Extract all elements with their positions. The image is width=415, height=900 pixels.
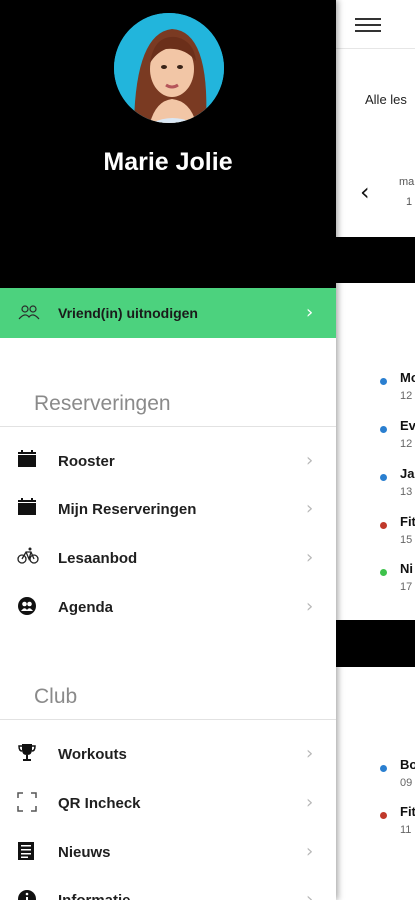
calendar-icon xyxy=(17,498,39,520)
navigation-drawer: Marie Jolie Vriend(in) uitnodigen › Rese… xyxy=(0,0,336,900)
day-number[interactable]: 1 xyxy=(406,196,412,208)
menu-item-mijn-reserveringen[interactable]: Mijn Reserveringen › xyxy=(0,486,336,532)
lesson-time: 13 xyxy=(400,486,413,498)
avatar[interactable] xyxy=(114,13,224,123)
lesson-name: Ja xyxy=(400,466,415,481)
menu-item-nieuws[interactable]: Nieuws › xyxy=(0,829,336,875)
chevron-right-icon: › xyxy=(306,841,314,862)
lesson-time: 15 xyxy=(400,534,413,546)
status-dot xyxy=(380,474,387,481)
menu-item-lesaanbod[interactable]: Lesaanbod › xyxy=(0,535,336,581)
calendar-icon xyxy=(17,450,39,472)
menu-item-label: QR Incheck xyxy=(58,795,141,812)
menu-item-qr-incheck[interactable]: QR Incheck › xyxy=(0,780,336,826)
lesson-time: 12 xyxy=(400,390,413,402)
lessons-filter-label[interactable]: Alle les xyxy=(365,92,407,107)
status-dot xyxy=(380,522,387,529)
menu-item-label: Workouts xyxy=(58,746,127,763)
lesson-time: 11 xyxy=(400,824,412,836)
chevron-left-icon[interactable]: ‹ xyxy=(360,178,370,206)
menu-item-label: Rooster xyxy=(58,453,115,470)
chevron-right-icon: › xyxy=(306,302,314,323)
menu-item-label: Lesaanbod xyxy=(58,550,138,567)
chevron-right-icon: › xyxy=(306,792,314,813)
qr-scan-icon xyxy=(17,792,39,814)
divider xyxy=(0,426,336,427)
invite-friend-button[interactable]: Vriend(in) uitnodigen › xyxy=(0,288,336,338)
menu-item-label: Agenda xyxy=(58,599,114,616)
lesson-name: Ni xyxy=(400,561,413,576)
chevron-right-icon: › xyxy=(306,596,314,617)
lesson-time: 12 xyxy=(400,438,413,450)
lesson-name: Fit xyxy=(400,514,415,529)
menu-item-agenda[interactable]: Agenda › xyxy=(0,584,336,630)
users-icon xyxy=(17,596,39,618)
status-dot xyxy=(380,378,387,385)
trophy-icon xyxy=(17,743,39,765)
invite-friend-label: Vriend(in) uitnodigen xyxy=(58,305,198,321)
status-dot xyxy=(380,426,387,433)
lesson-time: 17 xyxy=(400,581,413,593)
status-dot xyxy=(380,569,387,576)
news-icon xyxy=(17,841,39,863)
section-title-reserveringen: Reserveringen xyxy=(34,392,171,415)
info-icon xyxy=(17,889,39,900)
lesson-name: Fit xyxy=(400,804,415,819)
menu-item-workouts[interactable]: Workouts › xyxy=(0,731,336,777)
day-label[interactable]: ma xyxy=(399,176,414,188)
chevron-right-icon: › xyxy=(306,547,314,568)
menu-item-rooster[interactable]: Rooster › xyxy=(0,438,336,484)
menu-item-label: Nieuws xyxy=(58,844,111,861)
chevron-right-icon: › xyxy=(306,743,314,764)
lesson-time: 09 xyxy=(400,777,413,789)
chevron-right-icon: › xyxy=(306,450,314,471)
profile-header: Marie Jolie xyxy=(0,0,336,288)
lesson-name: Bo xyxy=(400,757,415,772)
chevron-right-icon: › xyxy=(306,889,314,900)
lesson-name: Ev xyxy=(400,418,415,433)
schedule-header-panel xyxy=(336,49,415,237)
status-dot xyxy=(380,812,387,819)
people-icon xyxy=(18,304,40,327)
lesson-name: Mo xyxy=(400,370,415,385)
chevron-right-icon: › xyxy=(306,498,314,519)
bicycle-icon xyxy=(17,547,39,569)
menu-item-label: Informatie xyxy=(58,892,131,900)
status-dot xyxy=(380,765,387,772)
menu-item-informatie[interactable]: Informatie › xyxy=(0,877,336,900)
divider xyxy=(0,719,336,720)
hamburger-menu-icon[interactable] xyxy=(355,14,381,34)
menu-item-label: Mijn Reserveringen xyxy=(58,501,197,518)
avatar-photo xyxy=(114,13,224,123)
section-title-club: Club xyxy=(34,685,78,708)
user-name: Marie Jolie xyxy=(103,148,233,176)
